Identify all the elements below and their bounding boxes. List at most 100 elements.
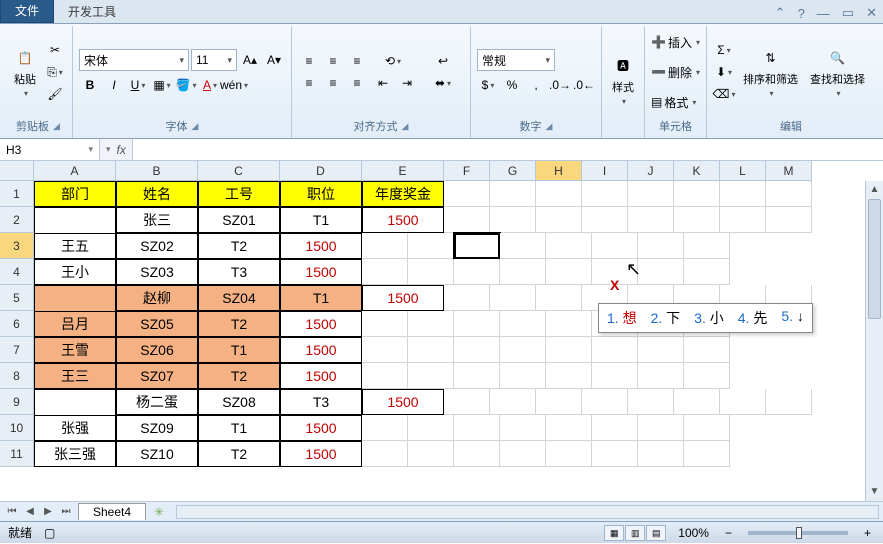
col-header-G[interactable]: G: [490, 161, 536, 181]
cell-G8[interactable]: [408, 363, 454, 389]
row-header-10[interactable]: 10: [0, 415, 34, 441]
cell-J11[interactable]: [546, 441, 592, 467]
align-top-button[interactable]: ≡: [298, 51, 320, 71]
align-center-button[interactable]: ≡: [322, 73, 344, 93]
fx-dropdown-icon[interactable]: ▾: [106, 144, 111, 155]
cell-J6[interactable]: [546, 311, 592, 337]
cell-E2[interactable]: 1500: [362, 207, 444, 233]
cell-K3[interactable]: [592, 233, 638, 259]
scroll-thumb[interactable]: [868, 199, 881, 319]
col-header-I[interactable]: I: [582, 161, 628, 181]
clipboard-launcher[interactable]: ◢: [53, 121, 60, 132]
font-launcher[interactable]: ◢: [192, 121, 199, 132]
zoom-level[interactable]: 100%: [678, 526, 709, 540]
row-header-1[interactable]: 1: [0, 181, 34, 207]
window-minimize-icon[interactable]: —: [811, 4, 836, 23]
cell-J7[interactable]: [546, 337, 592, 363]
file-tab[interactable]: 文件: [0, 0, 54, 23]
cell-C11[interactable]: SZ10: [116, 441, 198, 467]
cell-H7[interactable]: [454, 337, 500, 363]
cell-G5[interactable]: [490, 285, 536, 311]
styles-button[interactable]: 🅰 样式 ▾: [608, 28, 638, 132]
window-close-icon[interactable]: ✕: [860, 3, 883, 23]
align-launcher[interactable]: ◢: [402, 121, 409, 132]
cell-F6[interactable]: [362, 311, 408, 337]
cell-K10[interactable]: [592, 415, 638, 441]
ime-candidates[interactable]: 1. 想2. 下3. 小4. 先5. ↓: [598, 303, 813, 333]
formula-input[interactable]: [132, 139, 883, 160]
decrease-decimal-button[interactable]: .0←: [573, 75, 595, 95]
format-painter-button[interactable]: 🖌: [44, 84, 66, 104]
align-left-button[interactable]: ≡: [298, 73, 320, 93]
cell-F2[interactable]: [444, 207, 490, 233]
cell-F4[interactable]: [362, 259, 408, 285]
col-header-F[interactable]: F: [444, 161, 490, 181]
insert-cells-button[interactable]: ➕插入▾: [651, 34, 700, 51]
vertical-scrollbar[interactable]: ▲ ▼: [865, 181, 883, 501]
cell-C2[interactable]: SZ01: [198, 207, 280, 233]
sheet-last-icon[interactable]: ⏭: [58, 506, 74, 517]
shrink-font-button[interactable]: A▾: [263, 50, 285, 70]
cell-G10[interactable]: [408, 415, 454, 441]
sheet-first-icon[interactable]: ⏮: [4, 506, 20, 517]
cell-F10[interactable]: [362, 415, 408, 441]
cell-J10[interactable]: [546, 415, 592, 441]
cell-J3[interactable]: [546, 233, 592, 259]
cell-F8[interactable]: [362, 363, 408, 389]
autosum-button[interactable]: Σ▾: [713, 40, 735, 60]
ribbon-minimize-icon[interactable]: ⌃: [769, 3, 792, 23]
clear-button[interactable]: ⌫▾: [713, 84, 735, 104]
merge-center-button[interactable]: ⬌▾: [422, 73, 464, 93]
cell-M8[interactable]: [684, 363, 730, 389]
sheet-next-icon[interactable]: ▶: [40, 506, 56, 517]
cell-L10[interactable]: [638, 415, 684, 441]
cell-D8[interactable]: T2: [198, 363, 280, 389]
increase-decimal-button[interactable]: .0→: [549, 75, 571, 95]
fill-button[interactable]: ⬇▾: [713, 62, 735, 82]
row-header-6[interactable]: 6: [0, 311, 34, 337]
cell-B2[interactable]: 张三: [116, 207, 198, 233]
cell-I4[interactable]: [500, 259, 546, 285]
font-color-button[interactable]: A▾: [199, 75, 221, 95]
cell-C9[interactable]: SZ08: [198, 389, 280, 415]
cell-B3[interactable]: 王五: [34, 233, 116, 259]
grow-font-button[interactable]: A▴: [239, 50, 261, 70]
cell-M3[interactable]: [684, 233, 730, 259]
cell-B11[interactable]: 张三强: [34, 441, 116, 467]
percent-button[interactable]: %: [501, 75, 523, 95]
row-header-7[interactable]: 7: [0, 337, 34, 363]
select-all-corner[interactable]: [0, 161, 34, 181]
cell-E11[interactable]: 1500: [280, 441, 362, 467]
col-header-D[interactable]: D: [280, 161, 362, 181]
scroll-up-icon[interactable]: ▲: [866, 181, 883, 199]
col-header-E[interactable]: E: [362, 161, 444, 181]
sheet-tab[interactable]: Sheet4: [78, 503, 146, 520]
cell-C6[interactable]: SZ05: [116, 311, 198, 337]
paste-button[interactable]: 📋 粘贴 ▾: [10, 28, 40, 116]
cell-M9[interactable]: [766, 389, 812, 415]
cell-D4[interactable]: T3: [198, 259, 280, 285]
cell-C10[interactable]: SZ09: [116, 415, 198, 441]
cell-G11[interactable]: [408, 441, 454, 467]
cell-G9[interactable]: [490, 389, 536, 415]
currency-button[interactable]: $▾: [477, 75, 499, 95]
cell-F3[interactable]: [362, 233, 408, 259]
cell-K2[interactable]: [674, 207, 720, 233]
cell-M11[interactable]: [684, 441, 730, 467]
cell-B7[interactable]: 王雪: [34, 337, 116, 363]
col-header-C[interactable]: C: [198, 161, 280, 181]
cell-L1[interactable]: [720, 181, 766, 207]
cell-D1[interactable]: 职位: [280, 181, 362, 207]
row-header-4[interactable]: 4: [0, 259, 34, 285]
cell-B9[interactable]: 杨二蛋: [116, 389, 198, 415]
ime-candidate[interactable]: 1. 想: [607, 308, 637, 328]
cell-G7[interactable]: [408, 337, 454, 363]
view-normal-button[interactable]: ▦: [604, 525, 624, 541]
cell-C8[interactable]: SZ07: [116, 363, 198, 389]
row-header-8[interactable]: 8: [0, 363, 34, 389]
cell-E4[interactable]: 1500: [280, 259, 362, 285]
number-format-select[interactable]: 常规: [477, 49, 555, 71]
cell-L7[interactable]: [638, 337, 684, 363]
col-header-B[interactable]: B: [116, 161, 198, 181]
cell-C5[interactable]: SZ04: [198, 285, 280, 311]
